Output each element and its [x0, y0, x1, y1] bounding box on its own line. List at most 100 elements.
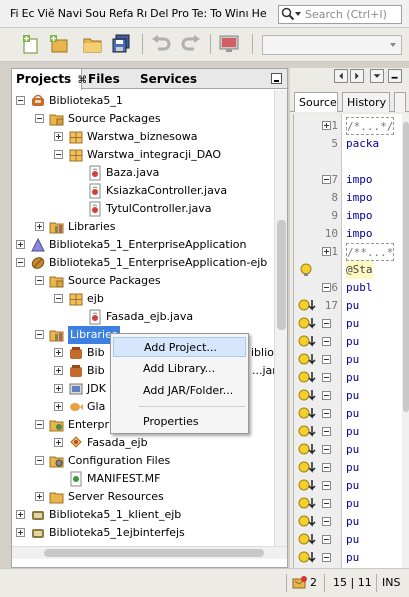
tree-item-source-packages[interactable]: Source Packages [12, 110, 274, 128]
tree-item-libraries[interactable]: Libraries [12, 218, 274, 236]
search-dropdown-icon[interactable] [295, 12, 301, 16]
menu-item[interactable]: Fi [10, 0, 19, 28]
hint-override-icon[interactable] [298, 352, 320, 368]
expand-fold-icon[interactable] [322, 121, 331, 130]
hint-override-icon[interactable] [298, 298, 320, 314]
tree-item-ejbinterfejs[interactable]: Biblioteka5_1ejbinterfejs [12, 524, 274, 542]
menu-item-properties[interactable]: Properties [113, 412, 246, 432]
save-all-icon[interactable] [110, 33, 132, 55]
menu-item-add-jar-folder[interactable]: Add JAR/Folder... [113, 381, 246, 401]
hint-override-icon[interactable] [298, 550, 320, 566]
tree-item-enterprise-application-ejb[interactable]: Biblioteka5_1_EnterpriseApplication-ejb [12, 254, 274, 272]
menu-item[interactable]: Del [150, 0, 168, 28]
expand-icon[interactable] [54, 438, 63, 447]
menu-item[interactable]: Rı [136, 0, 147, 28]
code-editor[interactable]: 157891011161730 /*...*/packaimpoimpoimpo… [293, 114, 409, 582]
tree-item-klient-ejb[interactable]: Biblioteka5_1_klient_ejb [12, 506, 274, 524]
collapse-icon[interactable] [35, 276, 44, 285]
collapse-fold-icon[interactable] [322, 553, 331, 562]
lightbulb-icon[interactable] [298, 262, 314, 278]
menu-item[interactable]: Pro [171, 0, 188, 28]
tab-projects[interactable]: Projects ⌘ [12, 69, 87, 90]
tree-item-biblioteka5-1[interactable]: Biblioteka5_1 [12, 92, 274, 110]
hint-override-icon[interactable] [298, 514, 320, 530]
hint-override-icon[interactable] [298, 478, 320, 494]
redo-icon[interactable] [180, 33, 202, 55]
collapse-icon[interactable] [54, 294, 63, 303]
tree-item-ksiazka-controller[interactable]: KsiazkaController.java [12, 182, 274, 200]
configuration-combo[interactable] [262, 35, 402, 55]
tree-item-configuration-files[interactable]: Configuration Files [12, 452, 274, 470]
collapse-fold-icon[interactable] [322, 373, 331, 382]
new-file-icon[interactable] [20, 33, 42, 55]
collapse-fold-icon[interactable] [322, 283, 331, 292]
collapse-fold-icon[interactable] [322, 427, 331, 436]
collapse-fold-icon[interactable] [322, 445, 331, 454]
collapse-icon[interactable] [54, 150, 63, 159]
tab-history[interactable]: History [342, 92, 390, 112]
expand-icon[interactable] [16, 510, 25, 519]
tree-item-warstwa-integracji-dao[interactable]: Warstwa_integracji_DAO [12, 146, 274, 164]
scroll-left-icon[interactable] [334, 69, 348, 83]
tree-item-ejb-package[interactable]: ejb [12, 290, 274, 308]
menu-item[interactable]: Sou [85, 0, 106, 28]
expand-icon[interactable] [16, 240, 25, 249]
tree-item-server-resources[interactable]: Server Resources [12, 488, 274, 506]
menu-item-add-library[interactable]: Add Library... [113, 359, 246, 379]
tree-item-warstwa-biznesowa[interactable]: Warstwa_biznesowa [12, 128, 274, 146]
tree-item-tytul-controller[interactable]: TytulController.java [12, 200, 274, 218]
collapse-fold-icon[interactable] [322, 463, 331, 472]
scrollbar-thumb[interactable] [44, 549, 264, 557]
document-list-icon[interactable] [370, 69, 384, 83]
hint-override-icon[interactable] [298, 460, 320, 476]
quick-search-input[interactable]: Search (Ctrl+I) [278, 5, 402, 24]
collapse-fold-icon[interactable] [322, 517, 331, 526]
menu-item[interactable]: Winı [225, 0, 249, 28]
tree-item-manifest[interactable]: MANIFEST.MF [12, 470, 274, 488]
expand-icon[interactable] [35, 492, 44, 501]
tree-vertical-scrollbar[interactable] [274, 90, 287, 546]
expand-icon[interactable] [54, 402, 63, 411]
menu-item[interactable]: Ec [22, 0, 35, 28]
collapse-fold-icon[interactable] [322, 337, 331, 346]
tab-services[interactable]: Services [136, 69, 206, 89]
code-area[interactable]: /*...*/ packa impo impo impo impo /**...* @Sta p… [342, 114, 402, 568]
expand-icon[interactable] [54, 348, 63, 357]
tree-item-baza-java[interactable]: Baza.java [12, 164, 274, 182]
collapse-fold-icon[interactable] [322, 355, 331, 364]
tab-files[interactable]: Files [84, 69, 134, 89]
hint-override-icon[interactable] [298, 442, 320, 458]
collapse-icon[interactable] [16, 96, 25, 105]
collapse-icon[interactable] [35, 456, 44, 465]
menu-item[interactable]: Refa [109, 0, 134, 28]
menu-item-add-project[interactable]: Add Project... [113, 337, 246, 357]
collapse-icon[interactable] [16, 258, 25, 267]
menu-item[interactable]: Viĕ [38, 0, 55, 28]
menu-item[interactable]: He [252, 0, 267, 28]
collapse-fold-icon[interactable] [322, 499, 331, 508]
collapse-icon[interactable] [35, 420, 44, 429]
expand-icon[interactable] [54, 366, 63, 375]
tree-item-source-packages[interactable]: Source Packages [12, 272, 274, 290]
hint-override-icon[interactable] [298, 406, 320, 422]
editor-scrollbar[interactable] [402, 114, 409, 568]
collapse-icon[interactable] [35, 330, 44, 339]
tree-item-enterprise-application[interactable]: Biblioteka5_1_EnterpriseApplication [12, 236, 274, 254]
hint-override-icon[interactable] [298, 316, 320, 332]
scrollbar-thumb[interactable] [403, 122, 409, 412]
hint-override-icon[interactable] [298, 496, 320, 512]
collapse-fold-icon[interactable] [322, 409, 331, 418]
tree-item-fasada-ejb-java[interactable]: Fasada_ejb.java [12, 308, 274, 326]
collapse-fold-icon[interactable] [322, 535, 331, 544]
collapse-fold-icon[interactable] [322, 481, 331, 490]
minimize-icon[interactable] [388, 69, 402, 83]
menu-item[interactable]: To [210, 0, 222, 28]
new-project-icon[interactable] [48, 33, 70, 55]
tab-source[interactable]: Source [294, 92, 338, 112]
minimize-panel-button[interactable] [271, 73, 282, 84]
hint-override-icon[interactable] [298, 424, 320, 440]
scroll-right-icon[interactable] [350, 69, 364, 83]
expand-icon[interactable] [16, 528, 25, 537]
open-project-icon[interactable] [82, 33, 104, 55]
collapse-fold-icon[interactable] [322, 391, 331, 400]
